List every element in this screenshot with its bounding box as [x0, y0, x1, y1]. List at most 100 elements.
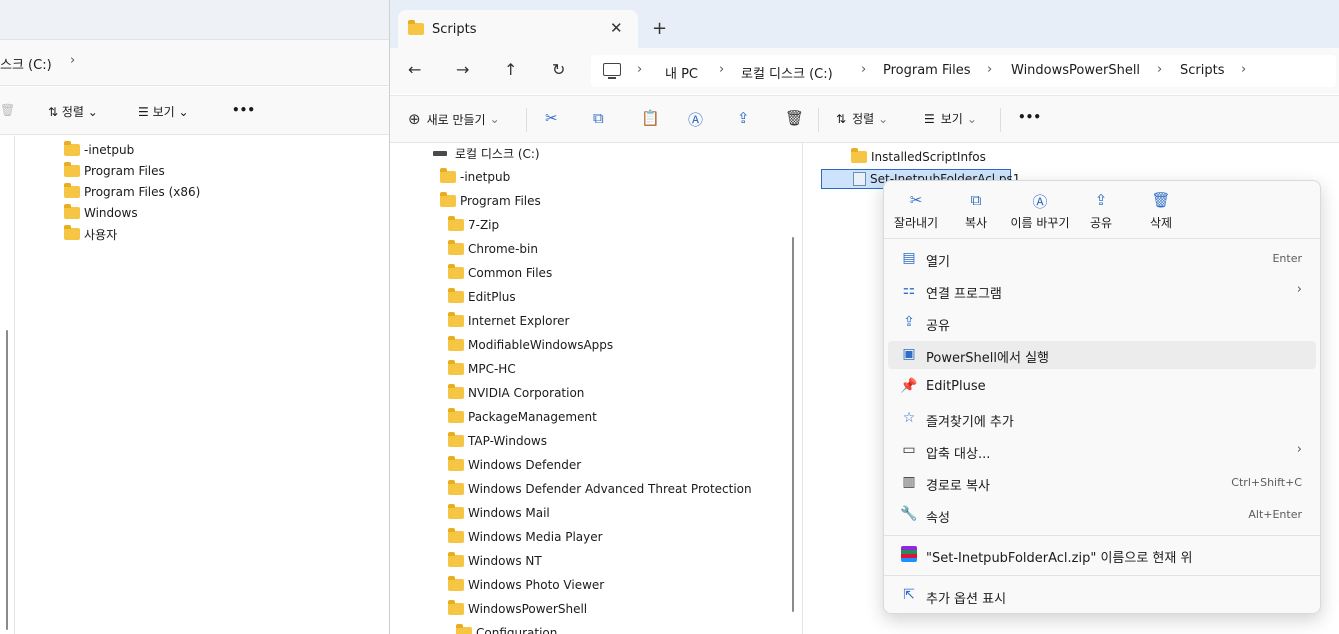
tree-item[interactable]: Windows Mail	[448, 501, 550, 525]
tree-item[interactable]: Internet Explorer	[448, 309, 569, 333]
cut-label: 잘라내기	[893, 216, 939, 230]
up-arrow-icon[interactable]: ↑	[504, 60, 517, 79]
delete-icon[interactable]: 🗑	[0, 103, 15, 117]
rename-icon[interactable]: Ⓐ	[688, 109, 703, 130]
forward-arrow-icon[interactable]: →	[456, 60, 469, 79]
breadcrumb-windowspowershell[interactable]: WindowsPowerShell	[1011, 63, 1140, 78]
more-button[interactable]: •••	[1018, 110, 1041, 124]
breadcrumb-scripts[interactable]: Scripts	[1180, 63, 1224, 78]
tree-item[interactable]: NVIDIA Corporation	[448, 381, 584, 405]
tree-item-label: Windows	[84, 206, 138, 220]
menu-item-run-powershell[interactable]: ▣ PowerShell에서 실행	[888, 341, 1316, 369]
menu-item-properties[interactable]: 🔧 속성 Alt+Enter	[888, 501, 1316, 529]
scrollbar[interactable]	[792, 237, 794, 612]
tree-item[interactable]: Common Files	[448, 261, 552, 285]
list-item[interactable]: InstalledScriptInfos	[851, 147, 986, 167]
tree-item[interactable]: ModifiableWindowsApps	[448, 333, 613, 357]
scrollbar[interactable]	[6, 330, 8, 630]
new-tab-button[interactable]: +	[652, 18, 667, 39]
tree-item[interactable]: Windows Defender Advanced Threat Protect…	[448, 477, 752, 501]
chevron-down-icon: ⌄	[489, 112, 500, 126]
view-label: 보기	[940, 112, 963, 126]
rename-button[interactable]: Ⓐ 이름 바꾸기	[1002, 191, 1078, 231]
chevron-right-icon[interactable]: ›	[1241, 62, 1246, 77]
tree-item[interactable]: Configuration	[456, 621, 557, 634]
tree-item[interactable]: WindowsPowerShell	[448, 597, 587, 621]
folder-icon	[851, 148, 867, 163]
tree-item[interactable]: 사용자	[64, 224, 117, 244]
breadcrumb-local-disk[interactable]: 로컬 디스크 (C:)	[741, 63, 833, 82]
breadcrumb-program-files[interactable]: Program Files	[883, 63, 971, 78]
tree-item[interactable]: Windows Photo Viewer	[448, 573, 604, 597]
sort-label: 정렬	[852, 112, 875, 126]
tree-item-label: Common Files	[468, 266, 553, 280]
menu-item-editplus[interactable]: 📌 EditPluse	[888, 373, 1316, 401]
cut-button[interactable]: ✂ 잘라내기	[884, 191, 948, 231]
refresh-icon[interactable]: ↻	[552, 60, 565, 79]
folder-icon	[448, 264, 464, 279]
tree-item[interactable]: PackageManagement	[448, 405, 597, 429]
tree-item[interactable]: -inetpub	[64, 140, 134, 160]
rename-label: 이름 바꾸기	[1010, 216, 1070, 230]
folder-icon	[64, 183, 80, 198]
sort-button[interactable]: ⇅ 정렬 ⌄	[836, 110, 888, 127]
tree-item-label: Program Files	[84, 164, 165, 178]
tree-item-label: EditPlus	[468, 290, 516, 304]
share-button[interactable]: ⇪ 공유	[1069, 191, 1133, 231]
menu-item-open[interactable]: ▤ 열기 Enter	[888, 245, 1316, 273]
folder-icon	[64, 162, 80, 177]
background-address-bar[interactable]: 스크 (C:) ›	[0, 40, 390, 86]
sort-button[interactable]: ⇅ 정렬 ⌄	[48, 103, 98, 120]
tree-item[interactable]: Windows Media Player	[448, 525, 603, 549]
chevron-right-icon[interactable]: ›	[861, 62, 866, 77]
tree-item[interactable]: Chrome-bin	[448, 237, 538, 261]
chevron-right-icon[interactable]: ›	[637, 62, 642, 77]
folder-icon	[64, 204, 80, 219]
chevron-right-icon[interactable]: ›	[987, 62, 992, 77]
tree-item[interactable]: Program Files	[440, 189, 541, 213]
tree-item[interactable]: Program Files (x86)	[64, 182, 200, 202]
close-icon[interactable]: ✕	[610, 19, 623, 37]
view-button[interactable]: ☰ 보기 ⌄	[138, 103, 189, 120]
copy-button[interactable]: ⧉ 복사	[944, 191, 1008, 231]
more-button[interactable]: •••	[232, 103, 255, 117]
copy-icon[interactable]: ⧉	[593, 109, 604, 127]
delete-icon[interactable]: 🗑	[785, 109, 804, 127]
tree-item-local-disk[interactable]: 로컬 디스크 (C:)	[433, 143, 540, 165]
tree-item[interactable]: Program Files	[64, 161, 165, 181]
menu-item-copy-path[interactable]: ▥ 경로로 복사 Ctrl+Shift+C	[888, 469, 1316, 497]
tree-item[interactable]: EditPlus	[448, 285, 516, 309]
breadcrumb[interactable]: › 내 PC › 로컬 디스크 (C:) › Program Files › W…	[591, 55, 1336, 87]
tree-item[interactable]: Windows NT	[448, 549, 542, 573]
menu-item-share[interactable]: ⇪ 공유	[888, 309, 1316, 337]
folder-icon	[448, 360, 464, 375]
menu-item-add-favorites[interactable]: ☆ 즐겨찾기에 추가	[888, 405, 1316, 433]
delete-button[interactable]: 🗑 삭제	[1129, 191, 1193, 231]
menu-item-more-options[interactable]: ⇱ 추가 옵션 표시	[888, 582, 1316, 610]
tree-item[interactable]: 7-Zip	[448, 213, 499, 237]
pane-divider	[14, 136, 15, 634]
cut-icon[interactable]: ✂	[545, 109, 558, 127]
breadcrumb-my-pc[interactable]: 내 PC	[665, 63, 698, 82]
view-button[interactable]: ☰ 보기 ⌄	[924, 110, 977, 127]
open-with-icon: ⚏	[902, 282, 916, 298]
winrar-icon	[900, 546, 918, 564]
tree-item[interactable]: Windows Defender	[448, 453, 581, 477]
chevron-right-icon[interactable]: ›	[1157, 62, 1162, 77]
paste-icon[interactable]: 📋	[641, 109, 660, 127]
back-arrow-icon[interactable]: ←	[408, 60, 421, 79]
menu-item-compress[interactable]: ▭ 압축 대상... ›	[888, 437, 1316, 465]
tree-item[interactable]: -inetpub	[440, 165, 510, 189]
menu-item-zip-here[interactable]: "Set-InetpubFolderAcl.zip" 이름으로 현재 위	[888, 541, 1316, 569]
menu-item-open-with[interactable]: ⚏ 연결 프로그램 ›	[888, 277, 1316, 305]
share-icon[interactable]: ⇪	[737, 109, 750, 127]
tree-item-label: NVIDIA Corporation	[468, 386, 585, 400]
tree-item[interactable]: TAP-Windows	[448, 429, 547, 453]
tree-item[interactable]: MPC-HC	[448, 357, 516, 381]
drive-icon	[433, 150, 447, 156]
chevron-right-icon[interactable]: ›	[719, 62, 724, 77]
tab-scripts[interactable]: Scripts ✕	[398, 10, 638, 48]
new-button[interactable]: ⊕ 새로 만들기 ⌄	[408, 110, 500, 128]
tree-item-label: ModifiableWindowsApps	[468, 338, 614, 352]
tree-item[interactable]: Windows	[64, 203, 138, 223]
